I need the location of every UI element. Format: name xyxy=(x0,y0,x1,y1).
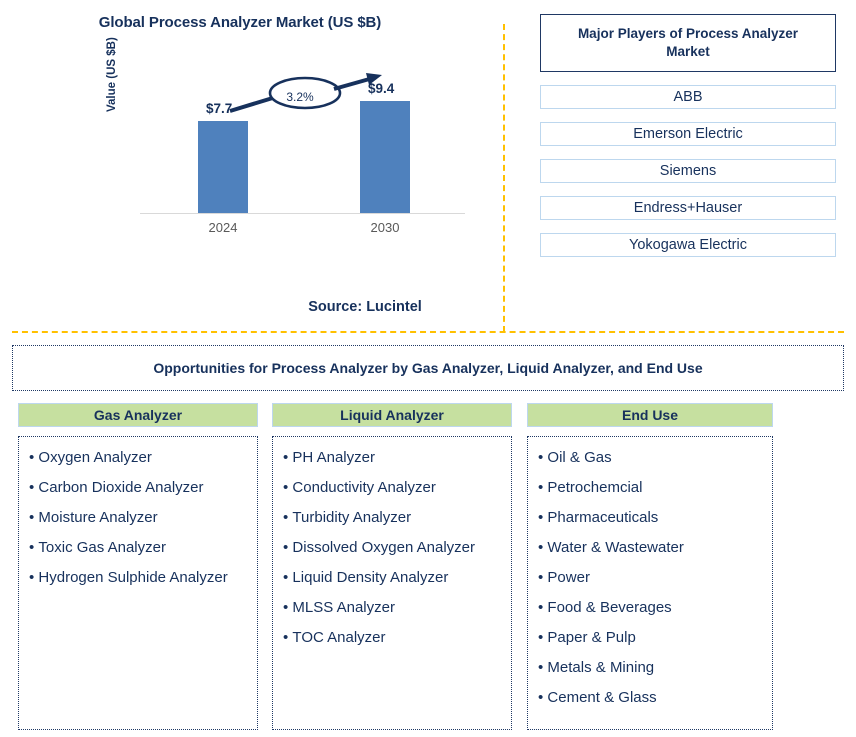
bar-chart-plot-area: Value (US $B) $7.7 $9.4 2024 2030 3.2% xyxy=(106,37,470,235)
list-item: Metals & Mining xyxy=(538,653,764,683)
list-item: Liquid Density Analyzer xyxy=(283,563,503,593)
list-item: Dissolved Oxygen Analyzer xyxy=(283,533,503,563)
horizontal-divider xyxy=(12,331,844,333)
list-item: Oil & Gas xyxy=(538,443,764,473)
segment-list-liquid-analyzer: PH Analyzer Conductivity Analyzer Turbid… xyxy=(272,436,512,730)
list-item: Water & Wastewater xyxy=(538,533,764,563)
segment-header-gas-analyzer: Gas Analyzer xyxy=(18,403,258,427)
segment-items-end-use: Oil & Gas Petrochemcial Pharmaceuticals … xyxy=(538,443,764,713)
segment-column-end-use: End Use Oil & Gas Petrochemcial Pharmace… xyxy=(527,403,773,730)
major-players-panel: Major Players of Process Analyzer Market… xyxy=(540,14,836,257)
x-tick-2030: 2030 xyxy=(370,220,400,235)
market-chart-panel: Global Process Analyzer Market (US $B) V… xyxy=(0,0,503,332)
player-item-endress-hauser[interactable]: Endress+Hauser xyxy=(540,196,836,220)
player-item-yokogawa-electric[interactable]: Yokogawa Electric xyxy=(540,233,836,257)
bar-2024 xyxy=(198,121,248,213)
list-item: Food & Beverages xyxy=(538,593,764,623)
segment-header-end-use: End Use xyxy=(527,403,773,427)
y-axis-label: Value (US $B) xyxy=(106,37,118,112)
segment-column-gas-analyzer: Gas Analyzer Oxygen Analyzer Carbon Diox… xyxy=(18,403,258,730)
player-item-emerson-electric[interactable]: Emerson Electric xyxy=(540,122,836,146)
segment-list-end-use: Oil & Gas Petrochemcial Pharmaceuticals … xyxy=(527,436,773,730)
bar-value-2024: $7.7 xyxy=(206,101,233,116)
list-item: Cement & Glass xyxy=(538,683,764,713)
segment-items-liquid-analyzer: PH Analyzer Conductivity Analyzer Turbid… xyxy=(283,443,503,653)
list-item: Hydrogen Sulphide Analyzer xyxy=(29,563,249,593)
player-item-abb[interactable]: ABB xyxy=(540,85,836,109)
list-item: Power xyxy=(538,563,764,593)
list-item: Pharmaceuticals xyxy=(538,503,764,533)
list-item: Petrochemcial xyxy=(538,473,764,503)
list-item: Toxic Gas Analyzer xyxy=(29,533,249,563)
segment-list-gas-analyzer: Oxygen Analyzer Carbon Dioxide Analyzer … xyxy=(18,436,258,730)
list-item: Turbidity Analyzer xyxy=(283,503,503,533)
list-item: TOC Analyzer xyxy=(283,623,503,653)
list-item: PH Analyzer xyxy=(283,443,503,473)
list-item: Oxygen Analyzer xyxy=(29,443,249,473)
opportunities-banner: Opportunities for Process Analyzer by Ga… xyxy=(12,345,844,391)
list-item: Carbon Dioxide Analyzer xyxy=(29,473,249,503)
player-item-siemens[interactable]: Siemens xyxy=(540,159,836,183)
chart-title: Global Process Analyzer Market (US $B) xyxy=(98,14,382,31)
cagr-value-label: 3.2% xyxy=(286,90,314,104)
segment-items-gas-analyzer: Oxygen Analyzer Carbon Dioxide Analyzer … xyxy=(29,443,249,593)
major-players-header: Major Players of Process Analyzer Market xyxy=(540,14,836,72)
list-item: Moisture Analyzer xyxy=(29,503,249,533)
list-item: MLSS Analyzer xyxy=(283,593,503,623)
segment-column-liquid-analyzer: Liquid Analyzer PH Analyzer Conductivity… xyxy=(272,403,512,730)
list-item: Conductivity Analyzer xyxy=(283,473,503,503)
list-item: Paper & Pulp xyxy=(538,623,764,653)
chart-source-label: Source: Lucintel xyxy=(308,299,422,315)
x-tick-2024: 2024 xyxy=(208,220,238,235)
x-axis-line xyxy=(140,213,465,214)
segment-header-liquid-analyzer: Liquid Analyzer xyxy=(272,403,512,427)
vertical-divider xyxy=(503,24,505,332)
